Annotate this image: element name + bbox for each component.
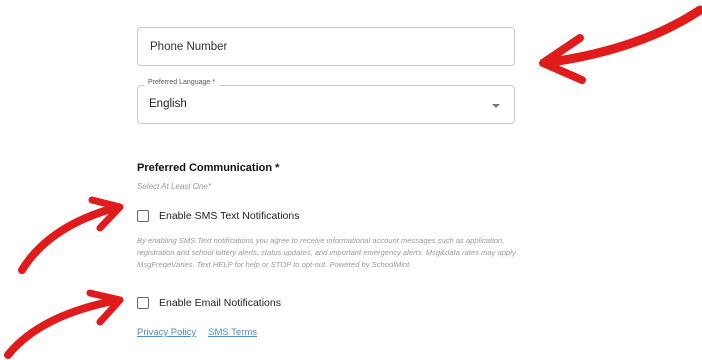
phone-number-input[interactable] <box>138 28 514 65</box>
red-arrow-icon <box>539 5 702 84</box>
sms-terms-link[interactable]: SMS Terms <box>208 327 257 338</box>
sms-notifications-label[interactable]: Enable SMS Text Notifications <box>159 210 299 222</box>
footer-links: Privacy Policy SMS Terms <box>137 327 257 338</box>
privacy-policy-link[interactable]: Privacy Policy <box>137 327 196 338</box>
preferred-language-select[interactable]: Preferred Language * English <box>137 79 515 124</box>
email-notifications-option[interactable]: Enable Email Notifications <box>137 297 281 309</box>
preferred-language-label: Preferred Language * <box>144 79 219 86</box>
sms-notifications-checkbox[interactable] <box>137 210 149 222</box>
sms-disclaimer: By enabling SMS Text notifications you a… <box>137 236 518 270</box>
email-notifications-label[interactable]: Enable Email Notifications <box>159 297 281 309</box>
red-arrow-icon <box>18 196 124 274</box>
email-notifications-checkbox[interactable] <box>137 297 149 309</box>
phone-number-field[interactable] <box>137 27 515 66</box>
preferred-communication-heading: Preferred Communication * <box>137 162 280 174</box>
preferred-language-value: English <box>149 98 187 110</box>
sms-notifications-option[interactable]: Enable SMS Text Notifications <box>137 210 299 222</box>
select-hint: Select At Least One* <box>137 182 211 191</box>
red-arrow-icon <box>4 289 124 359</box>
chevron-down-icon[interactable] <box>492 104 500 108</box>
